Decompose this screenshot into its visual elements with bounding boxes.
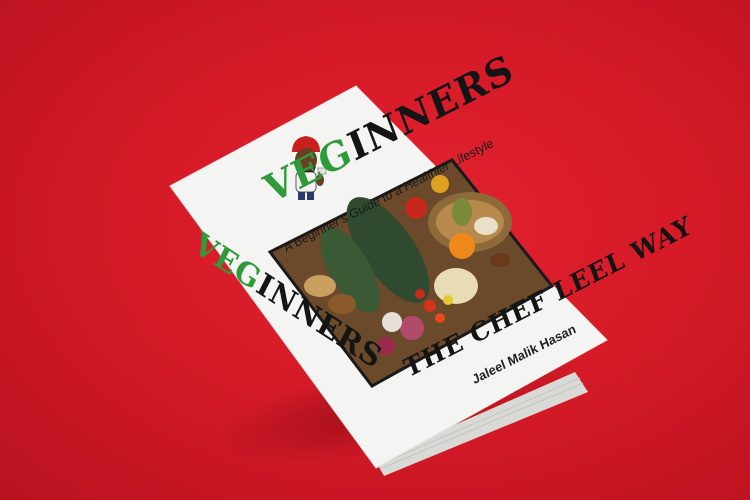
scene: VEGINNERS A Beginner's Guide to a Health… — [0, 0, 750, 500]
